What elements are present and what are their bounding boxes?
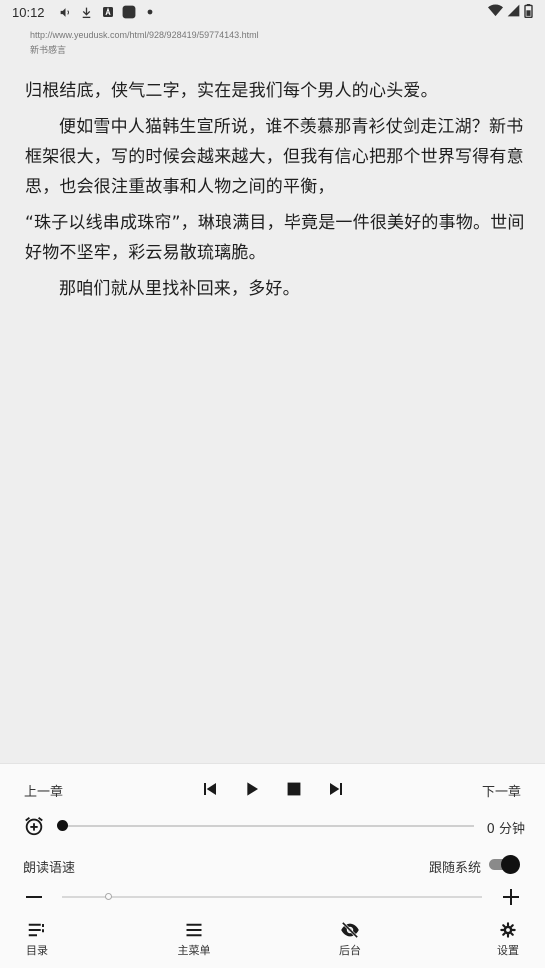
sleep-timer-slider[interactable]	[62, 825, 474, 827]
sleep-timer-row: 0 分钟	[0, 814, 545, 838]
skip-previous-icon[interactable]	[198, 778, 222, 800]
nav-label: 目录	[26, 944, 48, 957]
follow-system-toggle[interactable]	[489, 855, 521, 874]
playback-controls	[198, 778, 348, 800]
battery-icon	[524, 3, 533, 21]
dot-icon	[143, 5, 157, 19]
volume-icon	[59, 5, 73, 19]
speed-row: 朗读语速 跟随系统	[0, 854, 545, 876]
eye-off-icon	[320, 920, 380, 940]
nav-toc[interactable]: 目录	[7, 920, 67, 958]
signal-icon	[507, 4, 520, 20]
nav-background[interactable]: 后台	[320, 920, 380, 958]
wifi-icon	[488, 4, 503, 20]
speech-rate-thumb[interactable]	[105, 893, 112, 900]
increase-speed-button[interactable]	[501, 887, 521, 907]
chapter-title: 新书感言	[30, 46, 67, 56]
chapter-controls-row: 上一章 下一章	[0, 778, 545, 800]
paragraph: “珠子以线串成珠帘”，琳琅满目，毕竟是一件很美好的事物。世间好物不坚牢，彩云易散…	[25, 213, 525, 263]
follow-system-label: 跟随系统	[429, 861, 482, 876]
toc-icon	[7, 920, 67, 940]
speech-rate-slider[interactable]	[62, 896, 482, 898]
alarm-add-icon[interactable]	[23, 815, 45, 841]
toggle-knob	[501, 855, 520, 874]
bottom-nav: 目录 主菜单 后台 设置	[0, 920, 545, 966]
nav-settings[interactable]: 设置	[478, 920, 538, 958]
gear-icon	[478, 920, 538, 940]
paragraph: 归根结底，侠气二字，实在是我们每个男人的心头爱。	[25, 81, 438, 101]
rate-row	[0, 885, 545, 909]
chapter-url: http://www.yeudusk.com/html/928/928419/5…	[30, 30, 259, 40]
paragraph: 便如雪中人猫韩生宣所说，谁不羡慕那青衫仗剑走江湖？新书框架很大，写的时候会越来越…	[25, 117, 524, 197]
a-badge-icon	[101, 5, 115, 19]
nav-label: 设置	[497, 944, 519, 957]
sleep-timer-value: 0 分钟	[486, 822, 525, 837]
menu-icon	[164, 920, 224, 940]
decrease-speed-button[interactable]	[24, 887, 44, 907]
nav-main-menu[interactable]: 主菜单	[164, 920, 224, 958]
nav-label: 后台	[339, 944, 361, 957]
prev-chapter-button[interactable]: 上一章	[24, 781, 63, 800]
nav-label: 主菜单	[177, 944, 211, 957]
reading-content[interactable]: 归根结底，侠气二字，实在是我们每个男人的心头爱。 便如雪中人猫韩生宣所说，谁不羡…	[25, 76, 525, 310]
read-aloud-panel: 上一章 下一章 0 分钟 朗读语速 跟随系统 目录 主菜单 后台 设置	[0, 763, 545, 968]
app-square-icon	[122, 5, 136, 19]
download-icon	[80, 5, 94, 19]
paragraph: 那咱们就从里找补回来，多好。	[59, 279, 300, 299]
stop-icon[interactable]	[282, 778, 306, 800]
play-icon[interactable]	[240, 778, 264, 800]
skip-next-icon[interactable]	[324, 778, 348, 800]
sleep-timer-thumb[interactable]	[57, 820, 68, 831]
next-chapter-button[interactable]: 下一章	[482, 781, 521, 800]
status-bar: 10:12	[0, 0, 545, 24]
status-time: 10:12	[12, 4, 45, 20]
speed-label: 朗读语速	[23, 861, 76, 876]
